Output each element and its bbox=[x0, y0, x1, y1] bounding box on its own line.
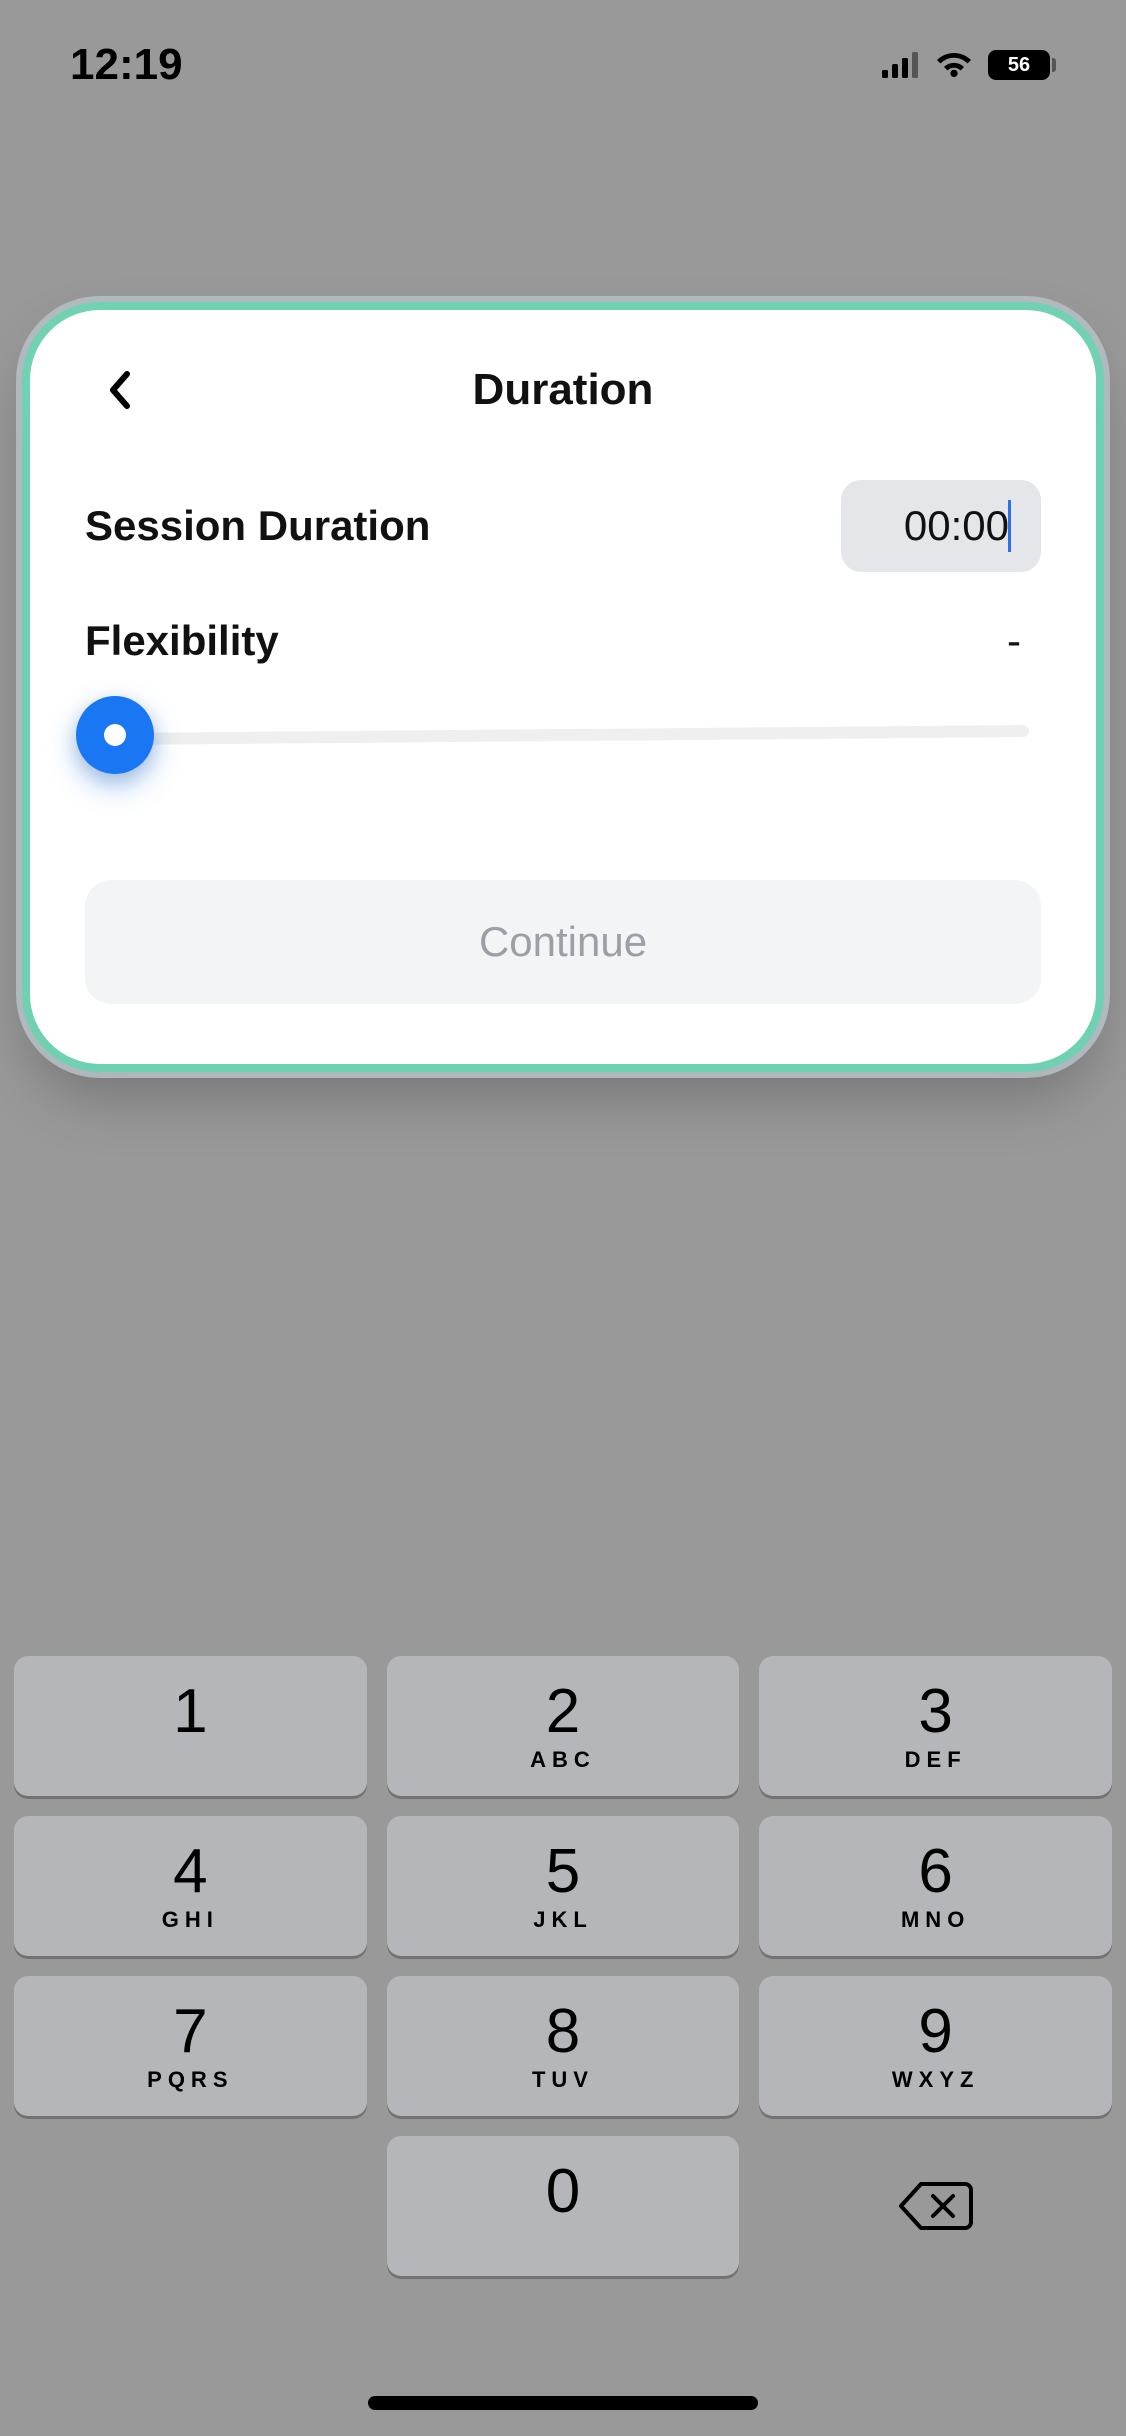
numeric-keypad: 1 2 ABC 3 DEF 4 GHI 5 JKL 6 MNO 7 PQRS 8… bbox=[0, 1644, 1126, 2276]
flexibility-slider[interactable] bbox=[85, 710, 1041, 760]
key-letters: DEF bbox=[905, 1747, 967, 1771]
key-digit: 0 bbox=[546, 2161, 580, 2223]
key-digit: 9 bbox=[918, 2001, 952, 2063]
key-letters: GHI bbox=[162, 1907, 219, 1931]
wifi-icon bbox=[934, 51, 974, 79]
key-digit: 6 bbox=[918, 1841, 952, 1903]
modal-header: Duration bbox=[85, 365, 1041, 415]
duration-modal: Duration Session Duration 00:00 Flexibil… bbox=[30, 310, 1096, 1064]
key-digit: 3 bbox=[918, 1681, 952, 1743]
session-duration-row: Session Duration 00:00 bbox=[85, 480, 1041, 572]
key-letters: JKL bbox=[533, 1907, 593, 1931]
key-letters: TUV bbox=[532, 2067, 594, 2091]
key-1[interactable]: 1 bbox=[14, 1656, 367, 1796]
key-delete[interactable] bbox=[759, 2136, 1112, 2276]
back-button[interactable] bbox=[95, 366, 143, 414]
key-8[interactable]: 8 TUV bbox=[387, 1976, 740, 2116]
cellular-icon bbox=[882, 52, 920, 78]
continue-button[interactable]: Continue bbox=[85, 880, 1041, 1004]
flexibility-value: - bbox=[1007, 617, 1041, 665]
chevron-left-icon bbox=[105, 370, 133, 410]
modal-title: Duration bbox=[473, 365, 654, 415]
status-time: 12:19 bbox=[70, 40, 183, 90]
status-indicators: 56 bbox=[882, 50, 1056, 80]
slider-thumb[interactable] bbox=[76, 696, 154, 774]
key-letters: MNO bbox=[901, 1907, 970, 1931]
battery-level: 56 bbox=[988, 50, 1050, 80]
key-blank bbox=[14, 2136, 367, 2276]
key-digit: 4 bbox=[173, 1841, 207, 1903]
key-3[interactable]: 3 DEF bbox=[759, 1656, 1112, 1796]
key-letters: WXYZ bbox=[892, 2067, 980, 2091]
home-indicator[interactable] bbox=[368, 2396, 758, 2410]
key-digit: 5 bbox=[546, 1841, 580, 1903]
flexibility-label: Flexibility bbox=[85, 617, 279, 665]
key-letters: PQRS bbox=[147, 2067, 233, 2091]
key-7[interactable]: 7 PQRS bbox=[14, 1976, 367, 2116]
session-duration-input[interactable]: 00:00 bbox=[841, 480, 1041, 572]
key-digit: 2 bbox=[546, 1681, 580, 1743]
key-2[interactable]: 2 ABC bbox=[387, 1656, 740, 1796]
key-6[interactable]: 6 MNO bbox=[759, 1816, 1112, 1956]
backspace-icon bbox=[897, 2180, 975, 2232]
key-digit: 7 bbox=[173, 2001, 207, 2063]
flexibility-row: Flexibility - bbox=[85, 617, 1041, 665]
key-4[interactable]: 4 GHI bbox=[14, 1816, 367, 1956]
key-9[interactable]: 9 WXYZ bbox=[759, 1976, 1112, 2116]
battery-icon: 56 bbox=[988, 50, 1056, 80]
status-bar: 12:19 56 bbox=[0, 0, 1126, 130]
key-letters: ABC bbox=[530, 1747, 596, 1771]
key-digit: 8 bbox=[546, 2001, 580, 2063]
key-5[interactable]: 5 JKL bbox=[387, 1816, 740, 1956]
key-digit: 1 bbox=[173, 1681, 207, 1743]
key-0[interactable]: 0 bbox=[387, 2136, 740, 2276]
slider-track bbox=[115, 725, 1029, 745]
session-duration-label: Session Duration bbox=[85, 502, 430, 550]
